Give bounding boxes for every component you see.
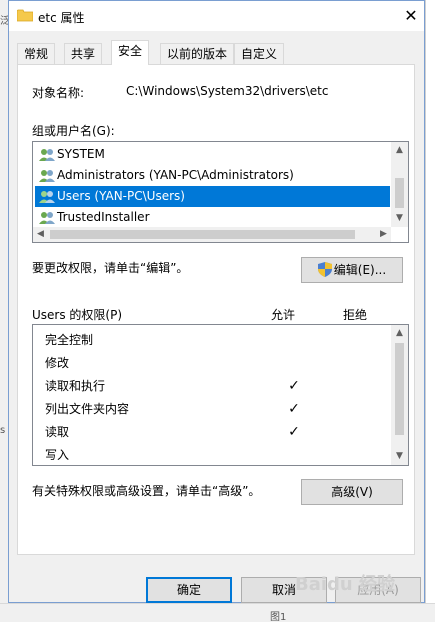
advanced-hint: 有关特殊权限或高级设置，请单击“高级”。 [32, 484, 261, 498]
list-item[interactable]: Administrators (YAN-PC\Administrators) [35, 165, 390, 186]
check-icon: ✓ [288, 378, 300, 394]
list-item[interactable]: SYSTEM [35, 144, 390, 165]
shield-icon [317, 262, 332, 277]
permission-row: 完全控制 [45, 333, 94, 347]
arrow-up-icon[interactable]: ▲ [391, 325, 408, 342]
deny-header: 拒绝 [343, 308, 368, 322]
allow-header: 允许 [271, 308, 296, 322]
properties-dialog: etc 属性 ✕ 常规 共享 安全 以前的版本 自定义 对象名称: C:\Win… [8, 0, 425, 603]
permissions-title: Users 的权限(P) [32, 308, 123, 322]
scrollbar-thumb[interactable] [395, 343, 404, 435]
background-taskbar-strip: 图1 [0, 603, 435, 622]
permission-row: 修改 [45, 356, 70, 370]
check-icon: ✓ [288, 424, 300, 440]
user-group-icon [39, 212, 55, 224]
edit-button-label: 编辑(E)... [333, 263, 387, 277]
background-text: s [0, 425, 6, 436]
user-group-icon [39, 191, 55, 203]
check-icon: ✓ [288, 401, 300, 417]
tab-customize[interactable]: 自定义 [234, 43, 285, 64]
arrow-up-icon[interactable]: ▲ [391, 142, 408, 159]
groups-label: 组或用户名(G): [32, 124, 115, 138]
permission-row: 列出文件夹内容 [45, 402, 130, 416]
edit-button[interactable]: 编辑(E)... [301, 257, 403, 283]
scrollbar-thumb[interactable] [395, 178, 404, 208]
list-item-label: TrustedInstaller [57, 210, 150, 224]
background-text: 图1 [270, 612, 287, 622]
advanced-button[interactable]: 高级(V) [301, 479, 403, 505]
tab-previous-versions[interactable]: 以前的版本 [160, 43, 235, 64]
background-window-left: 泛 s [0, 0, 10, 622]
vertical-scrollbar[interactable]: ▲ ▼ [391, 325, 408, 465]
user-group-icon [39, 149, 55, 161]
list-item-selected[interactable]: Users (YAN-PC\Users) [35, 186, 390, 207]
list-item-label: Administrators (YAN-PC\Administrators) [57, 168, 294, 182]
tab-general[interactable]: 常规 [17, 43, 56, 64]
permission-row: 读取 [45, 425, 70, 439]
tab-security[interactable]: 安全 [111, 40, 150, 65]
horizontal-scrollbar[interactable]: ◀ ▶ [33, 227, 391, 242]
object-name-value: C:\Windows\System32\drivers\etc [126, 84, 329, 98]
vertical-scrollbar[interactable]: ▲ ▼ [391, 142, 408, 227]
edit-hint: 要更改权限，请单击“编辑”。 [32, 261, 189, 275]
permission-row: 读取和执行 [45, 379, 106, 393]
ok-button[interactable]: 确定 [146, 577, 232, 603]
close-icon[interactable]: ✕ [399, 4, 423, 28]
list-item[interactable]: TrustedInstaller [35, 207, 390, 228]
permission-row: 写入 [45, 448, 70, 462]
window-title: etc 属性 [38, 11, 85, 25]
permissions-list[interactable]: 完全控制 修改 读取和执行 ✓ 列出文件夹内容 ✓ 读取 ✓ 写入 ▲ ▼ [32, 324, 409, 466]
background-window-right [425, 0, 435, 622]
list-item-label: SYSTEM [57, 147, 105, 161]
user-group-icon [39, 170, 55, 182]
list-item-label: Users (YAN-PC\Users) [57, 189, 185, 203]
arrow-down-icon[interactable]: ▼ [391, 210, 408, 227]
group-user-list[interactable]: SYSTEM Administrators (YAN-PC\Administra… [32, 141, 409, 243]
arrow-right-icon[interactable]: ▶ [376, 227, 391, 242]
folder-icon [17, 9, 33, 22]
arrow-left-icon[interactable]: ◀ [33, 227, 48, 242]
arrow-down-icon[interactable]: ▼ [391, 448, 408, 465]
object-name-label: 对象名称: [32, 86, 85, 100]
title-bar[interactable]: etc 属性 ✕ [9, 1, 424, 31]
tab-sharing[interactable]: 共享 [64, 43, 103, 64]
watermark: Baidu 经验 [295, 574, 396, 595]
scrollbar-thumb[interactable] [50, 230, 355, 239]
